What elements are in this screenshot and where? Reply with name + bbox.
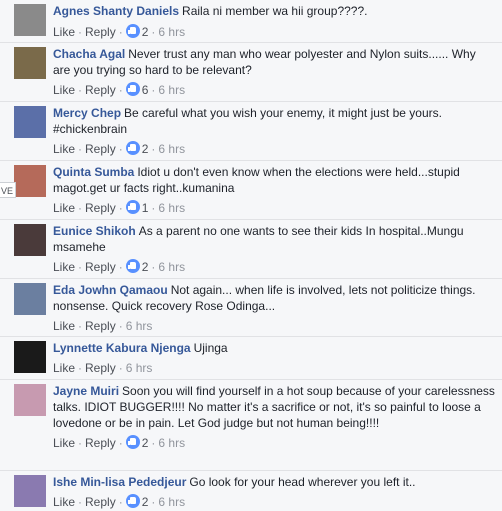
- like-link[interactable]: Like: [53, 260, 75, 274]
- comment-list: Agnes Shanty Daniels Raila ni member wa h…: [0, 0, 502, 511]
- like-link[interactable]: Like: [53, 142, 75, 156]
- comment-time[interactable]: 6 hrs: [158, 260, 185, 274]
- reply-link[interactable]: Reply: [85, 361, 116, 375]
- comment-author[interactable]: Quinta Sumba: [53, 165, 134, 179]
- reply-link[interactable]: Reply: [85, 436, 116, 450]
- like-reaction-icon[interactable]: [125, 200, 140, 214]
- reply-link[interactable]: Reply: [85, 319, 116, 333]
- like-link[interactable]: Like: [53, 83, 75, 97]
- comment-author[interactable]: Lynnette Kabura Njenga: [53, 341, 191, 355]
- reaction-count[interactable]: 6: [142, 83, 149, 97]
- like-link[interactable]: Like: [53, 201, 75, 215]
- avatar[interactable]: [14, 341, 46, 373]
- comment-time[interactable]: 6 hrs: [158, 436, 185, 450]
- comment-author[interactable]: Agnes Shanty Daniels: [53, 4, 179, 18]
- comment-time[interactable]: 6 hrs: [126, 319, 153, 333]
- comment-item: Mercy Chep Be careful what you wish your …: [0, 102, 502, 161]
- comment-author[interactable]: Eunice Shikoh: [53, 224, 136, 238]
- reaction-count[interactable]: 2: [142, 25, 149, 39]
- comment-author[interactable]: Eda Jowhn Qamaou: [53, 283, 168, 297]
- comment-item: Chacha Agal Never trust any man who wear …: [0, 43, 502, 102]
- reaction-count[interactable]: 2: [142, 495, 149, 509]
- comment-text: Ujinga: [193, 341, 228, 355]
- comment-item: Quinta Sumba Idiot u don't even know when…: [0, 161, 502, 220]
- like-link[interactable]: Like: [53, 495, 75, 509]
- avatar[interactable]: [14, 384, 46, 416]
- like-link[interactable]: Like: [53, 25, 75, 39]
- comment-item: Agnes Shanty Daniels Raila ni member wa h…: [0, 0, 502, 43]
- reply-link[interactable]: Reply: [85, 142, 116, 156]
- reply-link[interactable]: Reply: [85, 201, 116, 215]
- comment-text: Go look for your head wherever you left …: [189, 475, 416, 489]
- reaction-count[interactable]: 1: [142, 201, 149, 215]
- comment-time[interactable]: 6 hrs: [158, 201, 185, 215]
- comment-author[interactable]: Ishe Min-lisa Pededjeur: [53, 475, 186, 489]
- avatar[interactable]: [14, 4, 46, 36]
- reaction-count[interactable]: 2: [142, 142, 149, 156]
- like-reaction-icon[interactable]: [125, 141, 140, 155]
- avatar[interactable]: [14, 106, 46, 138]
- avatar[interactable]: [14, 283, 46, 315]
- comment-time[interactable]: 6 hrs: [158, 25, 185, 39]
- reaction-count[interactable]: 2: [142, 260, 149, 274]
- comment-author[interactable]: Jayne Muiri: [53, 384, 119, 398]
- like-reaction-icon[interactable]: [125, 435, 140, 449]
- comment-author[interactable]: Chacha Agal: [53, 47, 125, 61]
- reply-link[interactable]: Reply: [85, 495, 116, 509]
- comment-time[interactable]: 6 hrs: [158, 495, 185, 509]
- like-reaction-icon[interactable]: [125, 259, 140, 273]
- comment-time[interactable]: 6 hrs: [158, 83, 185, 97]
- comment-text: Soon you will find yourself in a hot sou…: [53, 384, 495, 430]
- comment-time[interactable]: 6 hrs: [126, 361, 153, 375]
- side-tab[interactable]: VE: [0, 182, 16, 198]
- reply-link[interactable]: Reply: [85, 25, 116, 39]
- comment-item: Eda Jowhn Qamaou Not again... when life i…: [0, 279, 502, 337]
- reply-link[interactable]: Reply: [85, 260, 116, 274]
- comment-text: Raila ni member wa hii group????.: [182, 4, 368, 18]
- like-link[interactable]: Like: [53, 361, 75, 375]
- avatar[interactable]: [14, 47, 46, 79]
- comment-item: Lynnette Kabura Njenga Ujinga Like · Reply ·…: [0, 337, 502, 380]
- reply-link[interactable]: Reply: [85, 83, 116, 97]
- like-link[interactable]: Like: [53, 436, 75, 450]
- like-reaction-icon[interactable]: [125, 494, 140, 508]
- comment-item: Eunice Shikoh As a parent no one wants to…: [0, 220, 502, 279]
- comment-item: Jayne Muiri Soon you will find yourself i…: [0, 380, 502, 471]
- comment-author[interactable]: Mercy Chep: [53, 106, 121, 120]
- like-link[interactable]: Like: [53, 319, 75, 333]
- like-reaction-icon[interactable]: [125, 82, 140, 96]
- reaction-count[interactable]: 2: [142, 436, 149, 450]
- like-reaction-icon[interactable]: [125, 24, 140, 38]
- avatar[interactable]: [14, 224, 46, 256]
- avatar[interactable]: [14, 165, 46, 197]
- comment-time[interactable]: 6 hrs: [158, 142, 185, 156]
- comment-item: Ishe Min-lisa Pededjeur Go look for your …: [0, 471, 502, 511]
- avatar[interactable]: [14, 475, 46, 507]
